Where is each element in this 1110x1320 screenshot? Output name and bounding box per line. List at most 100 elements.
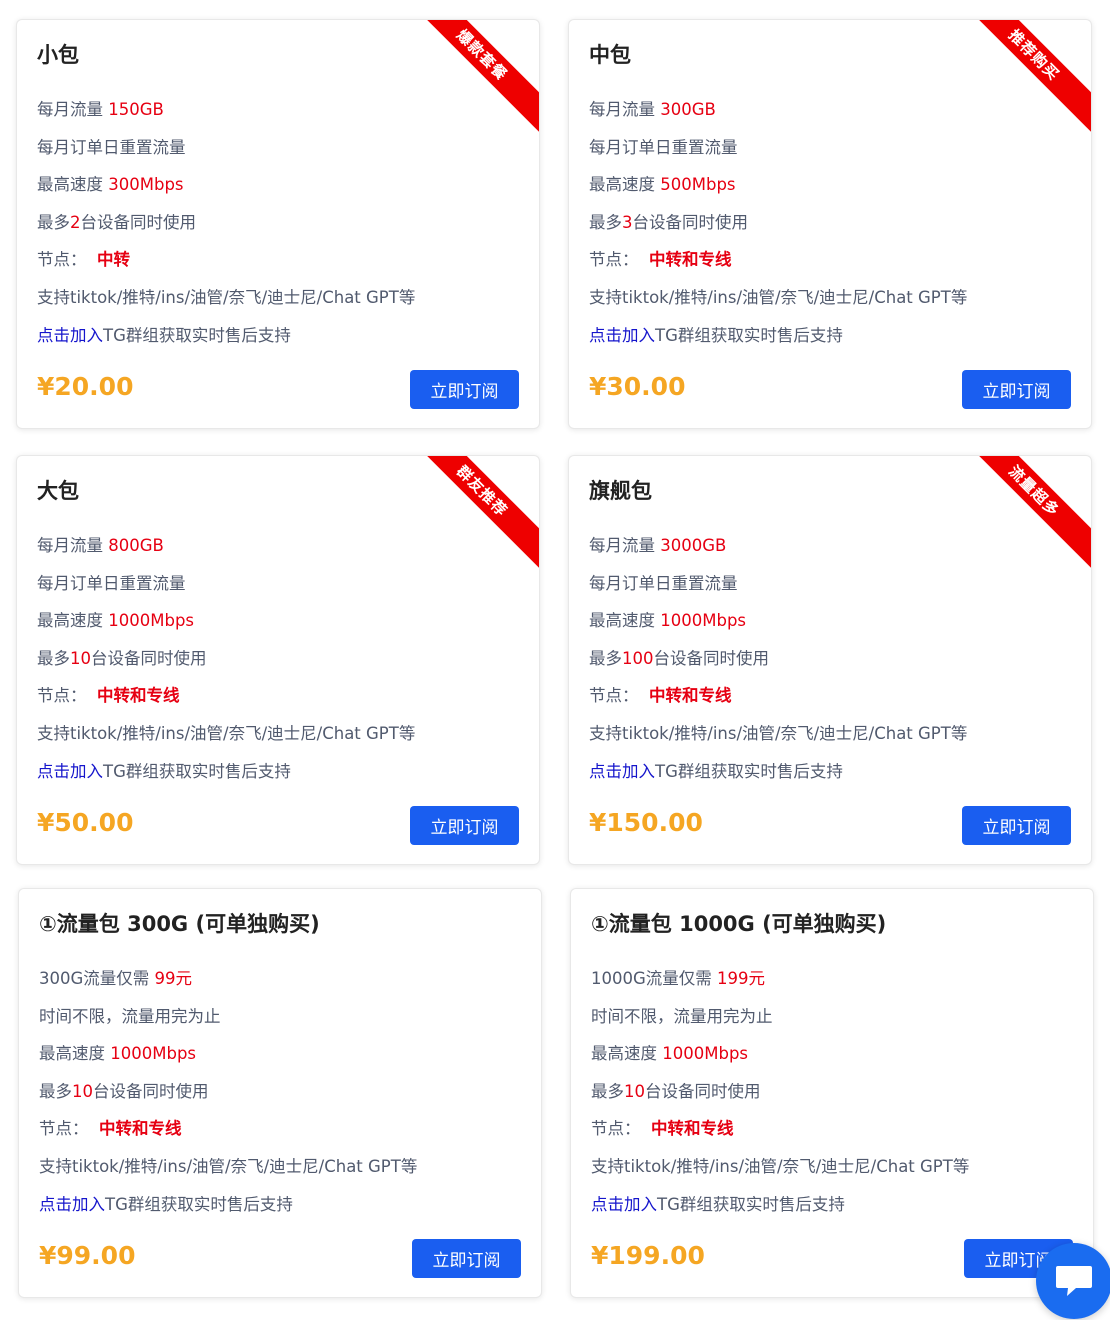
feature-label: 节点： <box>591 1119 641 1139</box>
ribbon-badge: 推荐购买 <box>956 20 1091 133</box>
feature-speed: 最高速度 1000Mbps <box>37 609 415 647</box>
feature-list: 300G流量仅需 99元 时间不限，流量用完为止 最高速度 1000Mbps 最… <box>39 967 417 1230</box>
plan-title: ①流量包 1000G (可单独购买) <box>591 912 887 936</box>
plan-title: 大包 <box>37 479 79 503</box>
feature-list: 1000G流量仅需 199元 时间不限，流量用完为止 最高速度 1000Mbps… <box>591 967 969 1230</box>
feature-label: 台设备同时使用 <box>80 212 197 232</box>
join-tg-link[interactable]: 点击加入 <box>37 762 103 781</box>
feature-value: 300GB <box>660 100 716 119</box>
feature-services: 支持tiktok/推特/ins/油管/奈飞/迪士尼/Chat GPT等 <box>37 723 416 743</box>
plan-price: ¥50.00 <box>37 808 134 837</box>
subscribe-button[interactable]: 立即订阅 <box>410 806 519 845</box>
join-tg-link[interactable]: 点击加入 <box>589 326 655 345</box>
feature-label: 节点： <box>589 250 639 270</box>
feature-value: 中转和专线 <box>649 686 732 706</box>
feature-label: 最多 <box>39 1081 72 1101</box>
feature-value: 1000Mbps <box>662 1044 749 1064</box>
feature-traffic: 每月流量 800GB <box>37 534 415 572</box>
feature-devices: 最多10台设备同时使用 <box>591 1080 969 1118</box>
feature-value: 3 <box>622 212 633 232</box>
plan-price: ¥199.00 <box>591 1241 705 1270</box>
feature-label: 最多 <box>589 648 622 668</box>
feature-label: 最多 <box>37 212 70 232</box>
feature-label: 最多 <box>37 648 70 668</box>
feature-traffic: 300G流量仅需 99元 <box>39 967 417 1005</box>
feature-support: 点击加入TG群组获取实时售后支持 <box>39 1193 417 1231</box>
feature-duration: 时间不限，流量用完为止 <box>591 1006 773 1026</box>
feature-devices: 最多100台设备同时使用 <box>589 647 967 685</box>
plan-price: ¥30.00 <box>589 372 686 401</box>
feature-label: 台设备同时使用 <box>653 648 770 668</box>
feature-nodes: 节点： 中转和专线 <box>37 684 415 722</box>
feature-label: 最高速度 <box>39 1044 111 1064</box>
feature-support: 点击加入TG群组获取实时售后支持 <box>37 760 415 798</box>
feature-value: 10 <box>72 1081 93 1101</box>
feature-value: 100 <box>622 648 654 668</box>
plan-title: ①流量包 300G (可单独购买) <box>39 912 320 936</box>
feature-value: 中转和专线 <box>649 250 732 270</box>
feature-speed: 最高速度 500Mbps <box>589 173 967 211</box>
feature-label: TG群组获取实时售后支持 <box>655 761 843 781</box>
feature-label: 节点： <box>37 686 87 706</box>
feature-nodes: 节点： 中转和专线 <box>589 248 967 286</box>
feature-value: 1000Mbps <box>110 1044 197 1064</box>
feature-value: 10 <box>70 648 91 668</box>
feature-value: 2 <box>70 212 81 232</box>
ribbon-badge: 流量超多 <box>956 456 1091 569</box>
feature-devices: 最多10台设备同时使用 <box>39 1080 417 1118</box>
feature-label: 每月流量 <box>37 536 109 555</box>
chat-widget-button[interactable] <box>1036 1243 1110 1319</box>
feature-services: 支持tiktok/推特/ins/油管/奈飞/迪士尼/Chat GPT等 <box>589 723 968 743</box>
feature-label: 每月流量 <box>589 100 661 119</box>
plan-price: ¥150.00 <box>589 808 703 837</box>
plan-price: ¥20.00 <box>37 372 134 401</box>
subscribe-button[interactable]: 立即订阅 <box>410 370 519 409</box>
feature-label: 最高速度 <box>589 611 661 631</box>
subscribe-button[interactable]: 立即订阅 <box>962 370 1071 409</box>
feature-value: 1000Mbps <box>660 611 747 631</box>
feature-list: 每月流量 800GB 每月订单日重置流量 最高速度 1000Mbps 最多10台… <box>37 534 415 797</box>
feature-speed: 最高速度 1000Mbps <box>39 1042 417 1080</box>
chat-bubble-icon <box>1056 1266 1092 1296</box>
feature-nodes: 节点： 中转 <box>37 248 415 286</box>
feature-services: 支持tiktok/推特/ins/油管/奈飞/迪士尼/Chat GPT等 <box>591 1156 970 1176</box>
feature-label: 最多 <box>591 1081 624 1101</box>
feature-label: 台设备同时使用 <box>645 1081 761 1101</box>
subscribe-button[interactable]: 立即订阅 <box>962 806 1071 845</box>
join-tg-link[interactable]: 点击加入 <box>39 1195 105 1214</box>
feature-speed: 最高速度 1000Mbps <box>589 609 967 647</box>
feature-label: 最高速度 <box>591 1044 663 1064</box>
plan-card-medium: 推荐购买 中包 每月流量 300GB 每月订单日重置流量 最高速度 500Mbp… <box>568 19 1092 429</box>
feature-list: 每月流量 150GB 每月订单日重置流量 最高速度 300Mbps 最多2台设备… <box>37 98 415 361</box>
feature-value: 3000GB <box>660 536 727 555</box>
feature-label: TG群组获取实时售后支持 <box>103 325 291 345</box>
feature-support: 点击加入TG群组获取实时售后支持 <box>591 1193 969 1231</box>
feature-traffic: 每月流量 3000GB <box>589 534 967 572</box>
feature-devices: 最多2台设备同时使用 <box>37 211 415 249</box>
feature-reset: 每月订单日重置流量 <box>37 137 186 157</box>
feature-speed: 最高速度 1000Mbps <box>591 1042 969 1080</box>
feature-label: TG群组获取实时售后支持 <box>105 1194 293 1214</box>
feature-label: 台设备同时使用 <box>632 212 749 232</box>
feature-value: 10 <box>624 1081 645 1101</box>
feature-reset: 每月订单日重置流量 <box>589 573 738 593</box>
plan-card-flagship: 流量超多 旗舰包 每月流量 3000GB 每月订单日重置流量 最高速度 1000… <box>568 455 1092 865</box>
join-tg-link[interactable]: 点击加入 <box>591 1195 657 1214</box>
feature-list: 每月流量 3000GB 每月订单日重置流量 最高速度 1000Mbps 最多10… <box>589 534 967 797</box>
join-tg-link[interactable]: 点击加入 <box>589 762 655 781</box>
feature-label: 最高速度 <box>37 611 109 631</box>
feature-services: 支持tiktok/推特/ins/油管/奈飞/迪士尼/Chat GPT等 <box>589 287 968 307</box>
feature-value: 中转和专线 <box>97 686 180 706</box>
feature-value: 中转 <box>97 250 130 270</box>
feature-value: 中转和专线 <box>651 1119 734 1139</box>
plan-price: ¥99.00 <box>39 1241 136 1270</box>
traffic-pack-1000g: ①流量包 1000G (可单独购买) 1000G流量仅需 199元 时间不限，流… <box>570 888 1094 1298</box>
feature-devices: 最多10台设备同时使用 <box>37 647 415 685</box>
feature-value: 500Mbps <box>660 175 736 195</box>
subscribe-button[interactable]: 立即订阅 <box>412 1239 521 1278</box>
feature-label: TG群组获取实时售后支持 <box>657 1194 845 1214</box>
feature-nodes: 节点： 中转和专线 <box>591 1117 969 1155</box>
feature-value: 1000Mbps <box>108 611 195 631</box>
join-tg-link[interactable]: 点击加入 <box>37 326 103 345</box>
plan-card-small: 爆款套餐 小包 每月流量 150GB 每月订单日重置流量 最高速度 300Mbp… <box>16 19 540 429</box>
